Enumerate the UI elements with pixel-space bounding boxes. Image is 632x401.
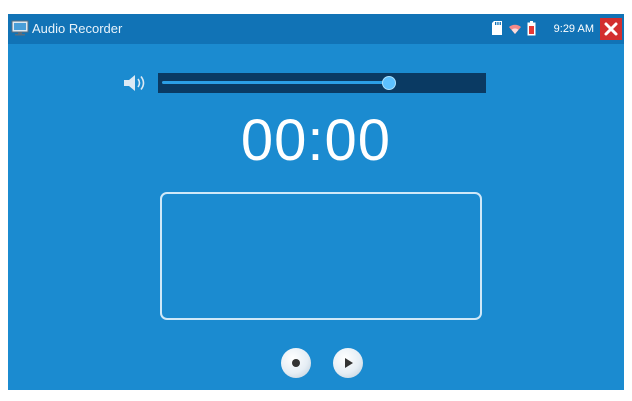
monitor-icon — [11, 20, 29, 36]
volume-slider-fill — [162, 81, 390, 84]
volume-slider-thumb[interactable] — [382, 76, 397, 90]
play-button[interactable] — [333, 348, 363, 378]
close-icon — [604, 22, 618, 36]
record-icon — [292, 359, 300, 367]
window-title: Audio Recorder — [32, 21, 123, 36]
battery-icon — [527, 21, 536, 36]
volume-control — [122, 71, 496, 95]
volume-slider[interactable] — [158, 73, 486, 93]
record-button[interactable] — [281, 348, 311, 378]
audio-recorder-window: Audio Recorder 9:29 AM 00:00 — [8, 14, 624, 390]
close-button[interactable] — [600, 18, 622, 40]
wifi-icon — [509, 24, 521, 34]
play-icon — [345, 358, 353, 368]
recording-timer: 00:00 — [240, 108, 392, 173]
status-time: 9:29 AM — [553, 23, 594, 35]
title-bar: Audio Recorder 9:29 AM — [8, 14, 624, 44]
status-bar: 9:29 AM — [464, 14, 624, 44]
waveform-display — [160, 192, 482, 320]
speaker-icon — [124, 75, 145, 91]
sd-card-icon — [492, 21, 502, 35]
